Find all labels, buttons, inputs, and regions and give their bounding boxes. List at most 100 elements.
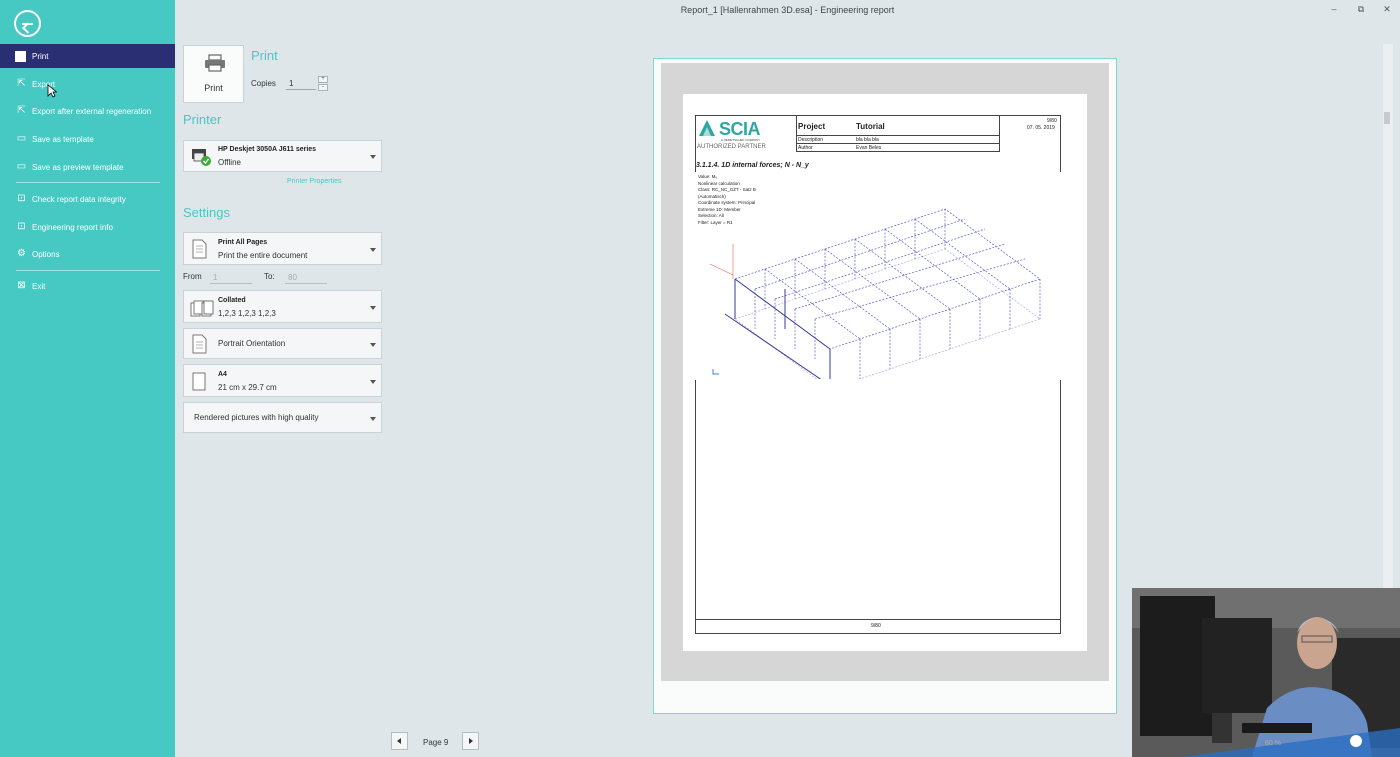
print-section-title: Print <box>251 48 278 63</box>
restore-button[interactable]: ⧉ <box>1354 4 1368 15</box>
sidebar-divider <box>16 270 160 271</box>
collation-select[interactable]: Collated 1,2,3 1,2,3 1,2,3 <box>183 290 382 323</box>
minimize-button[interactable]: – <box>1327 4 1341 14</box>
sidebar-item-label: Options <box>32 249 60 259</box>
print-range-sub: Print the entire document <box>218 251 308 260</box>
save-preview-template-icon: ▭ <box>16 161 27 172</box>
chevron-down-icon <box>370 343 376 347</box>
exit-icon: ⊠ <box>17 280 26 291</box>
window-title: Report_1 [Hallenrahmen 3D.esa] - Enginee… <box>680 5 895 15</box>
logo-tagline: A NEMETSCHEK COMPANY <box>721 138 761 142</box>
preview-scrollbar[interactable] <box>1383 44 1393 589</box>
webcam-overlay <box>1132 588 1400 757</box>
print-button-label: Print <box>204 83 223 93</box>
sidebar-item-label: Exit <box>32 281 46 291</box>
save-template-icon: ▭ <box>16 133 27 144</box>
project-label: Project <box>798 122 826 131</box>
from-label: From <box>183 272 202 281</box>
sidebar-item-label: Export after external regeneration <box>32 106 152 116</box>
picture-quality-value: Rendered pictures with high quality <box>194 413 319 422</box>
structural-frame-drawing <box>709 208 1041 379</box>
author-label: Author <box>798 145 813 151</box>
scrollbar-thumb[interactable] <box>1384 112 1390 124</box>
printer-name: HP Deskjet 3050A J611 series <box>218 146 317 153</box>
export-regenerate-icon: ⇱ <box>17 105 26 116</box>
close-button[interactable]: ✕ <box>1380 4 1394 15</box>
page-indicator: Page 9 <box>423 738 449 747</box>
to-page-input[interactable] <box>285 271 327 284</box>
sidebar-item-export[interactable]: ⇱ Export <box>0 72 175 96</box>
zoom-level: 60 % <box>1265 740 1281 747</box>
presenter-video-image <box>1132 588 1400 757</box>
collated-icon <box>190 300 214 317</box>
printer-section-title: Printer <box>183 112 222 127</box>
to-label: To: <box>264 272 275 281</box>
printer-icon <box>205 54 225 72</box>
copies-decrement-button[interactable]: - <box>318 84 328 91</box>
sidebar-item-label: Check report data integrity <box>32 194 126 204</box>
print-button[interactable]: Print <box>183 45 244 103</box>
sidebar-item-save-as-preview-template[interactable]: ▭ Save as preview template <box>0 155 175 179</box>
mouse-cursor-icon <box>47 84 57 98</box>
collation-title: Collated <box>218 297 246 304</box>
paper-size-sub: 21 cm x 29.7 cm <box>218 383 277 392</box>
pages-icon <box>192 239 207 259</box>
sidebar-item-exit[interactable]: ⊠ Exit <box>0 274 175 298</box>
section-heading: 3.1.1.4. 1D internal forces; N - N_y <box>696 162 809 169</box>
description-value: bla bla bla <box>856 137 879 143</box>
scia-logo-icon <box>699 120 715 136</box>
author-value: Evan Beles <box>856 145 882 151</box>
back-arrow-icon[interactable] <box>14 10 41 37</box>
print-range-title: Print All Pages <box>218 239 268 246</box>
sidebar-item-save-as-template[interactable]: ▭ Save as template <box>0 127 175 151</box>
gear-icon: ⚙ <box>17 248 26 259</box>
chevron-down-icon <box>370 248 376 252</box>
chevron-down-icon <box>370 417 376 421</box>
sidebar-item-label: Engineering report info <box>32 222 113 232</box>
header-date: 07. 05. 2019 <box>1027 125 1055 131</box>
chevron-down-icon <box>370 155 376 159</box>
sidebar-item-options[interactable]: ⚙ Options <box>0 242 175 266</box>
from-page-input[interactable] <box>210 271 252 284</box>
printer-properties-link[interactable]: Printer Properties <box>287 178 341 185</box>
sidebar-item-report-info[interactable]: ⊡ Engineering report info <box>0 215 175 239</box>
copies-label: Copies <box>251 79 276 88</box>
print-square-icon <box>15 50 26 62</box>
settings-section-title: Settings <box>183 205 230 220</box>
orientation-value: Portrait Orientation <box>218 339 286 348</box>
print-preview: SCIA A NEMETSCHEK COMPANY AUTHORIZED PAR… <box>653 58 1117 714</box>
picture-quality-select[interactable]: Rendered pictures with high quality <box>183 402 382 433</box>
paper-size-title: A4 <box>218 371 227 378</box>
footer-page-number: 9/80 <box>871 623 881 629</box>
printer-status: Offline <box>218 158 241 167</box>
paper-size-select[interactable]: A4 21 cm x 29.7 cm <box>183 364 382 397</box>
logo-text: SCIA <box>719 119 761 139</box>
collation-sub: 1,2,3 1,2,3 1,2,3 <box>218 309 276 318</box>
next-page-button[interactable] <box>462 732 479 750</box>
preview-page: SCIA A NEMETSCHEK COMPANY AUTHORIZED PAR… <box>683 94 1087 651</box>
sidebar-item-check-integrity[interactable]: ⊡ Check report data integrity <box>0 187 175 211</box>
sidebar-item-print[interactable]: Print <box>0 44 175 68</box>
check-integrity-icon: ⊡ <box>17 193 26 204</box>
sidebar-item-export-after-regeneration[interactable]: ⇱ Export after external regeneration <box>0 99 175 123</box>
chevron-down-icon <box>370 380 376 384</box>
project-value: Tutorial <box>856 122 885 131</box>
sidebar-item-label: Save as preview template <box>32 162 124 172</box>
chevron-down-icon <box>370 306 376 310</box>
header-page-number: 9/80 <box>1047 118 1057 124</box>
copies-input[interactable] <box>286 77 316 90</box>
sidebar-item-label: Save as template <box>32 134 94 144</box>
printer-status-icon <box>192 149 211 166</box>
report-info-icon: ⊡ <box>17 221 26 232</box>
copies-increment-button[interactable]: + <box>318 76 328 83</box>
partner-text: AUTHORIZED PARTNER <box>697 144 766 150</box>
previous-page-button[interactable] <box>391 732 408 750</box>
title-bar: Report_1 [Hallenrahmen 3D.esa] - Enginee… <box>175 0 1400 22</box>
paper-icon <box>192 372 206 391</box>
print-range-select[interactable]: Print All Pages Print the entire documen… <box>183 232 382 265</box>
printer-select[interactable]: HP Deskjet 3050A J611 series Offline <box>183 140 382 172</box>
portrait-page-icon <box>192 334 207 354</box>
orientation-select[interactable]: Portrait Orientation <box>183 328 382 359</box>
preview-page-background: SCIA A NEMETSCHEK COMPANY AUTHORIZED PAR… <box>661 63 1109 681</box>
backstage-sidebar: Print ⇱ Export ⇱ Export after external r… <box>0 0 175 757</box>
